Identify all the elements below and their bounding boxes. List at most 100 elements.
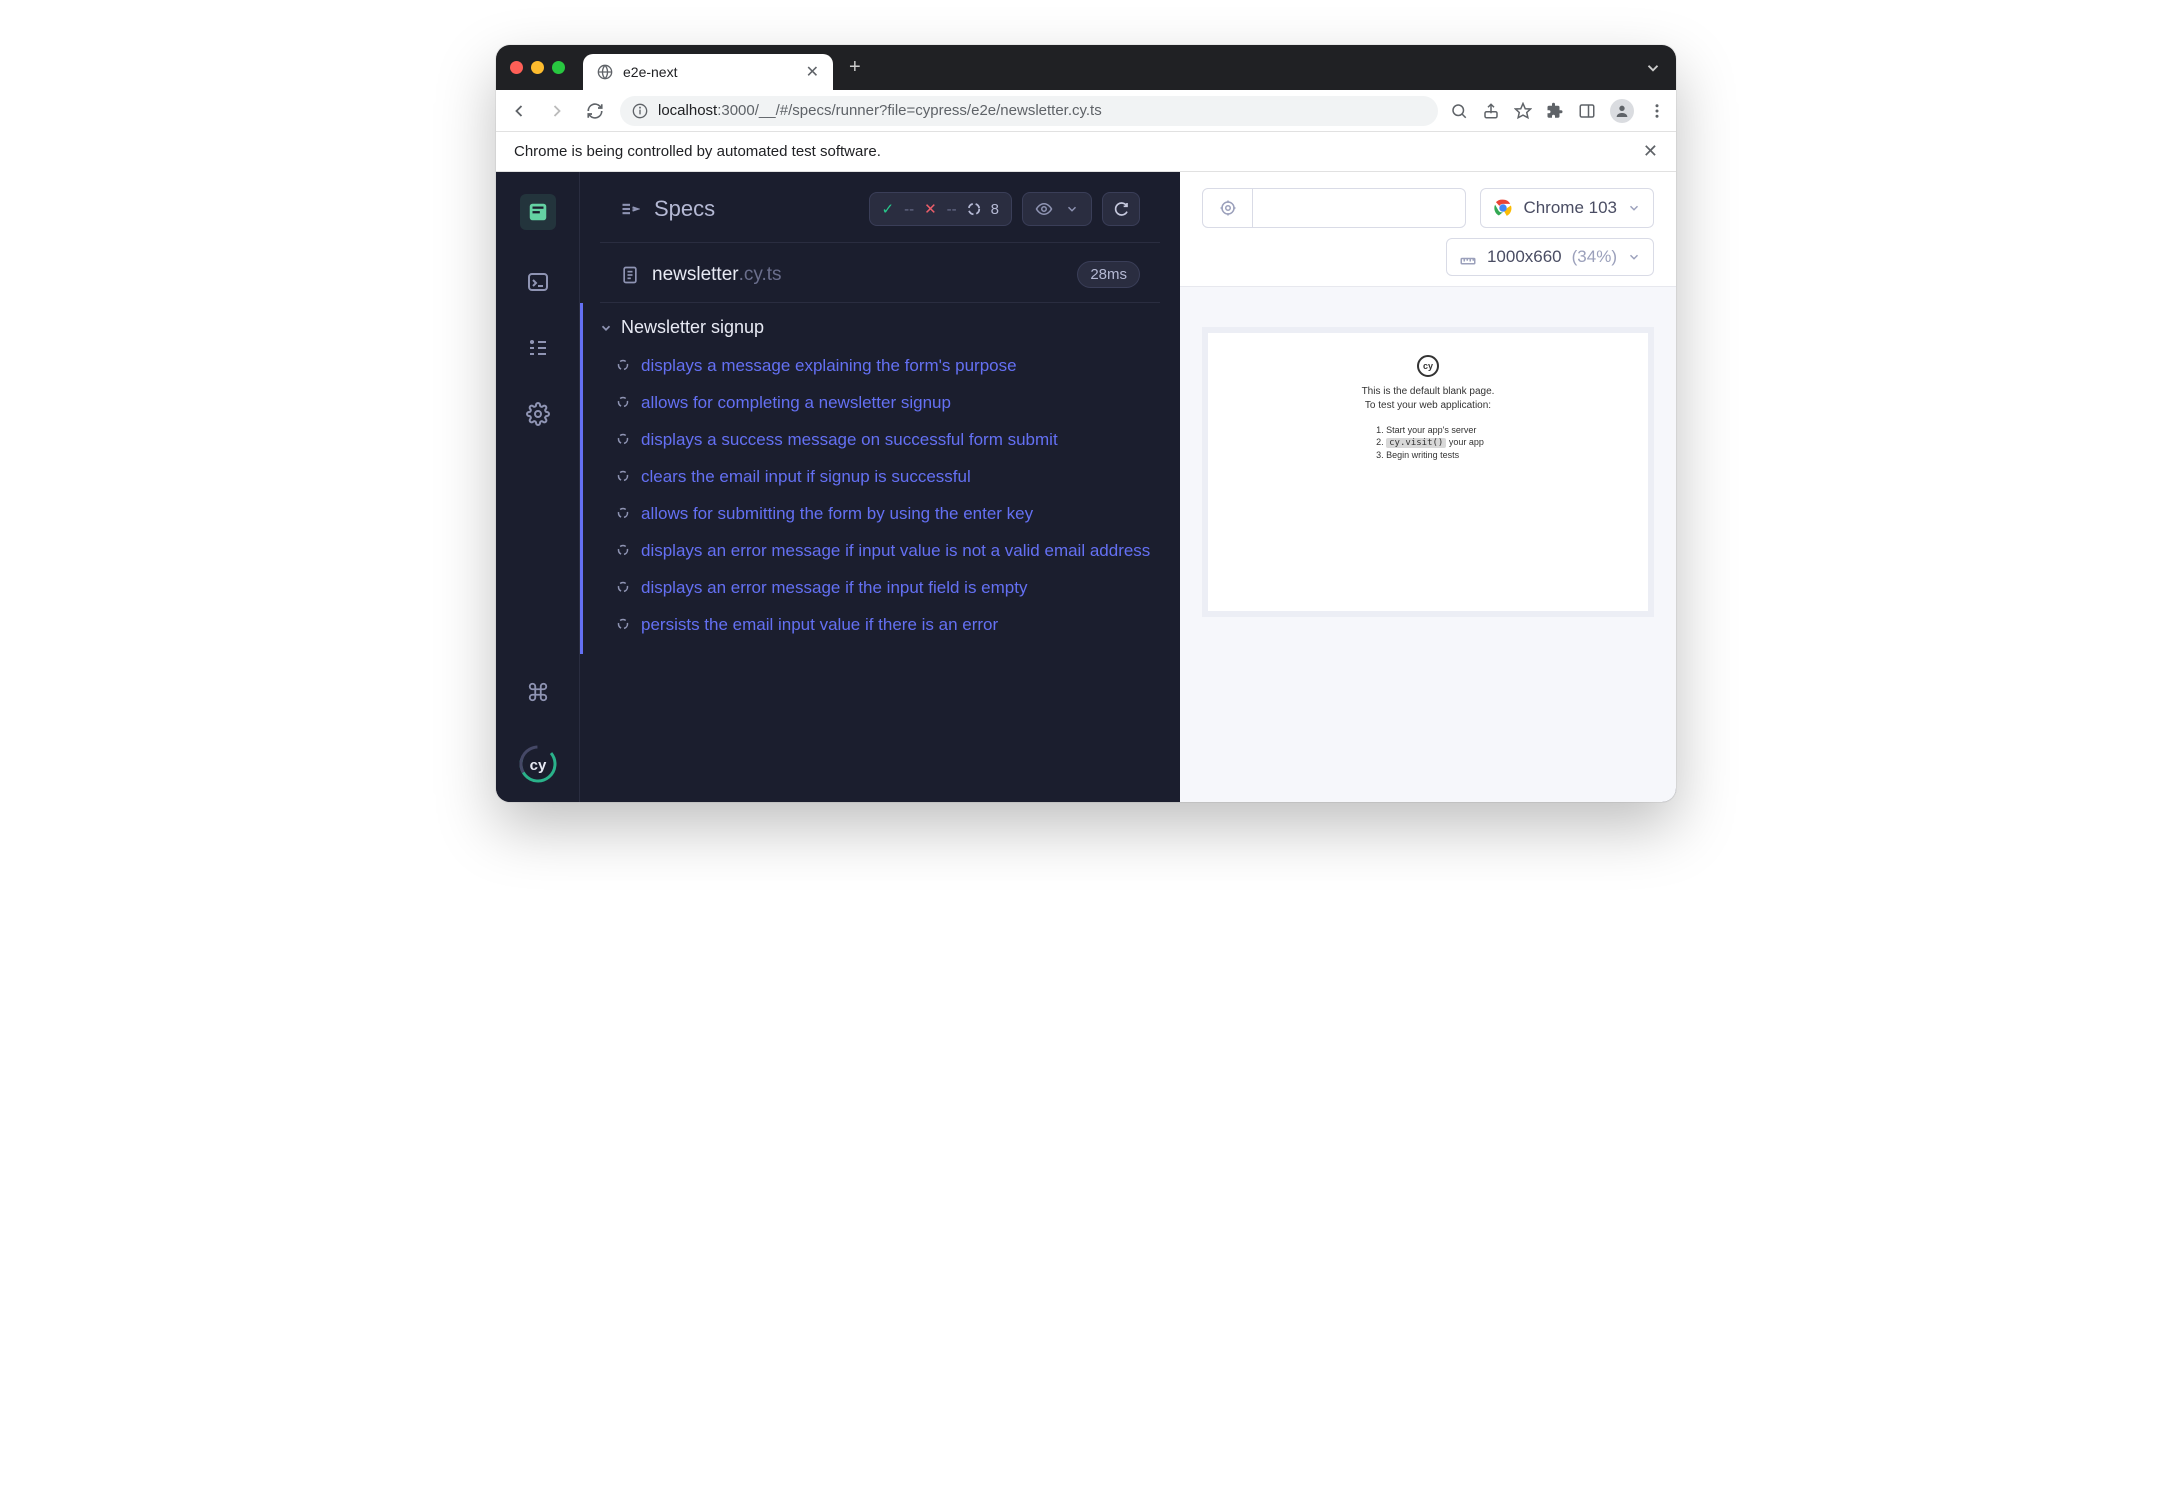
- rerun-button[interactable]: [1102, 192, 1140, 226]
- test-row[interactable]: allows for submitting the form by using …: [599, 496, 1160, 533]
- code-snippet: cy.visit(): [1386, 438, 1446, 448]
- zoom-icon[interactable]: [1450, 102, 1468, 120]
- chevron-down-icon: [1627, 201, 1641, 215]
- cypress-small-logo-icon: cy: [1417, 355, 1439, 377]
- browser-toolbar: localhost:3000/__/#/specs/runner?file=cy…: [496, 90, 1676, 132]
- banner-close-icon[interactable]: ✕: [1643, 141, 1658, 162]
- spec-duration: 28ms: [1077, 261, 1140, 288]
- chevron-down-icon: [1627, 250, 1641, 264]
- test-row[interactable]: clears the email input if signup is succ…: [599, 459, 1160, 496]
- spinner-icon: [617, 581, 631, 593]
- spinner-icon: [617, 359, 631, 371]
- spinner-icon: [617, 507, 631, 519]
- address-bar[interactable]: localhost:3000/__/#/specs/runner?file=cy…: [620, 96, 1438, 126]
- cypress-logo-icon[interactable]: cy: [518, 744, 558, 784]
- browser-tab[interactable]: e2e-next ✕: [583, 54, 833, 90]
- extensions-icon[interactable]: [1546, 102, 1564, 120]
- test-title: displays an error message if the input f…: [641, 577, 1027, 600]
- url-text: localhost:3000/__/#/specs/runner?file=cy…: [658, 102, 1102, 119]
- suite-title-row[interactable]: Newsletter signup: [599, 313, 1160, 348]
- test-title: allows for submitting the form by using …: [641, 503, 1033, 526]
- keyboard-shortcuts-icon[interactable]: [524, 678, 552, 706]
- browser-selector[interactable]: Chrome 103: [1480, 188, 1654, 228]
- test-row[interactable]: displays a message explaining the form's…: [599, 348, 1160, 385]
- svg-text:cy: cy: [529, 757, 546, 774]
- automation-banner-text: Chrome is being controlled by automated …: [514, 143, 881, 160]
- tab-close-icon[interactable]: ✕: [806, 62, 819, 82]
- aut-panel: Chrome 103 1000x660 (34%): [1180, 172, 1676, 802]
- pass-icon: ✓: [882, 200, 895, 218]
- blank-page-steps: Start your app's server cy.visit() your …: [1372, 423, 1484, 462]
- browser-label: Chrome 103: [1523, 198, 1617, 218]
- browser-window: e2e-next ✕ + localhost:3000/__/#/specs/r…: [496, 45, 1676, 802]
- forward-button[interactable]: [544, 98, 570, 124]
- automation-banner: Chrome is being controlled by automated …: [496, 132, 1676, 172]
- tab-title: e2e-next: [623, 64, 796, 80]
- file-icon: [620, 265, 640, 285]
- maximize-window-button[interactable]: [552, 61, 565, 74]
- spec-ext: .cy.ts: [739, 264, 782, 286]
- test-row[interactable]: displays an error message if input value…: [599, 533, 1160, 570]
- close-window-button[interactable]: [510, 61, 523, 74]
- cypress-app: cy Specs ✓ -- ✕ --: [496, 172, 1676, 802]
- bookmark-icon[interactable]: [1514, 102, 1532, 120]
- chrome-icon: [1493, 198, 1513, 218]
- back-button[interactable]: [506, 98, 532, 124]
- reporter-header: Specs ✓ -- ✕ -- 8: [600, 172, 1160, 243]
- test-row[interactable]: displays a success message on successful…: [599, 422, 1160, 459]
- test-title: persists the email input value if there …: [641, 614, 998, 637]
- viewport-selector[interactable]: 1000x660 (34%): [1446, 238, 1654, 276]
- spec-file-row[interactable]: newsletter.cy.ts 28ms: [600, 243, 1160, 303]
- window-controls: [510, 61, 565, 74]
- site-info-icon[interactable]: [632, 103, 648, 119]
- aut-header: Chrome 103 1000x660 (34%): [1180, 172, 1676, 287]
- list-item: Start your app's server: [1386, 425, 1484, 435]
- stats-pill: ✓ -- ✕ -- 8: [869, 192, 1013, 226]
- aut-iframe: cy This is the default blank page. To te…: [1202, 327, 1654, 617]
- spinner-icon: [617, 433, 631, 445]
- specs-title: Specs: [654, 196, 715, 222]
- globe-icon: [597, 64, 613, 80]
- spinner-icon: [617, 470, 631, 482]
- fail-count: --: [947, 201, 957, 218]
- fail-icon: ✕: [924, 200, 937, 218]
- test-title: clears the email input if signup is succ…: [641, 466, 971, 489]
- reload-button[interactable]: [582, 98, 608, 124]
- test-suite-block: Newsletter signup displays a message exp…: [580, 303, 1180, 654]
- test-title: displays a message explaining the form's…: [641, 355, 1017, 378]
- kebab-menu-icon[interactable]: [1648, 102, 1666, 120]
- list-item: cy.visit() your app: [1386, 437, 1484, 448]
- chevron-down-icon: [599, 321, 613, 335]
- test-row[interactable]: persists the email input value if there …: [599, 607, 1160, 644]
- test-row[interactable]: displays an error message if the input f…: [599, 570, 1160, 607]
- view-options-button[interactable]: [1022, 192, 1092, 226]
- titlebar: e2e-next ✕ +: [496, 45, 1676, 90]
- minimize-window-button[interactable]: [531, 61, 544, 74]
- sidebar-runs-icon[interactable]: [524, 268, 552, 296]
- reporter-panel: Specs ✓ -- ✕ -- 8: [580, 172, 1180, 802]
- test-row[interactable]: allows for completing a newsletter signu…: [599, 385, 1160, 422]
- sidebar: cy: [496, 172, 580, 802]
- toolbar-actions: [1450, 99, 1666, 123]
- pending-icon: [967, 202, 981, 216]
- blank-page-message: This is the default blank page. To test …: [1362, 385, 1495, 413]
- aut-url-field[interactable]: [1202, 188, 1466, 228]
- test-title: displays a success message on successful…: [641, 429, 1058, 452]
- spec-name: newsletter: [652, 264, 739, 286]
- share-icon[interactable]: [1482, 102, 1500, 120]
- sidebar-settings-icon[interactable]: [524, 400, 552, 428]
- spinner-icon: [617, 544, 631, 556]
- suite-title: Newsletter signup: [621, 317, 764, 338]
- sidebar-specs-icon[interactable]: [520, 194, 556, 230]
- selector-playground-icon[interactable]: [1203, 189, 1253, 227]
- sidepanel-icon[interactable]: [1578, 102, 1596, 120]
- sidebar-debug-icon[interactable]: [524, 334, 552, 362]
- viewport-size: 1000x660: [1487, 247, 1562, 267]
- pass-count: --: [904, 201, 914, 218]
- spinner-icon: [617, 396, 631, 408]
- profile-avatar[interactable]: [1610, 99, 1634, 123]
- viewport-scale: (34%): [1572, 247, 1617, 267]
- spinner-icon: [617, 618, 631, 630]
- new-tab-button[interactable]: +: [849, 56, 861, 79]
- tab-overflow-icon[interactable]: [1644, 59, 1662, 77]
